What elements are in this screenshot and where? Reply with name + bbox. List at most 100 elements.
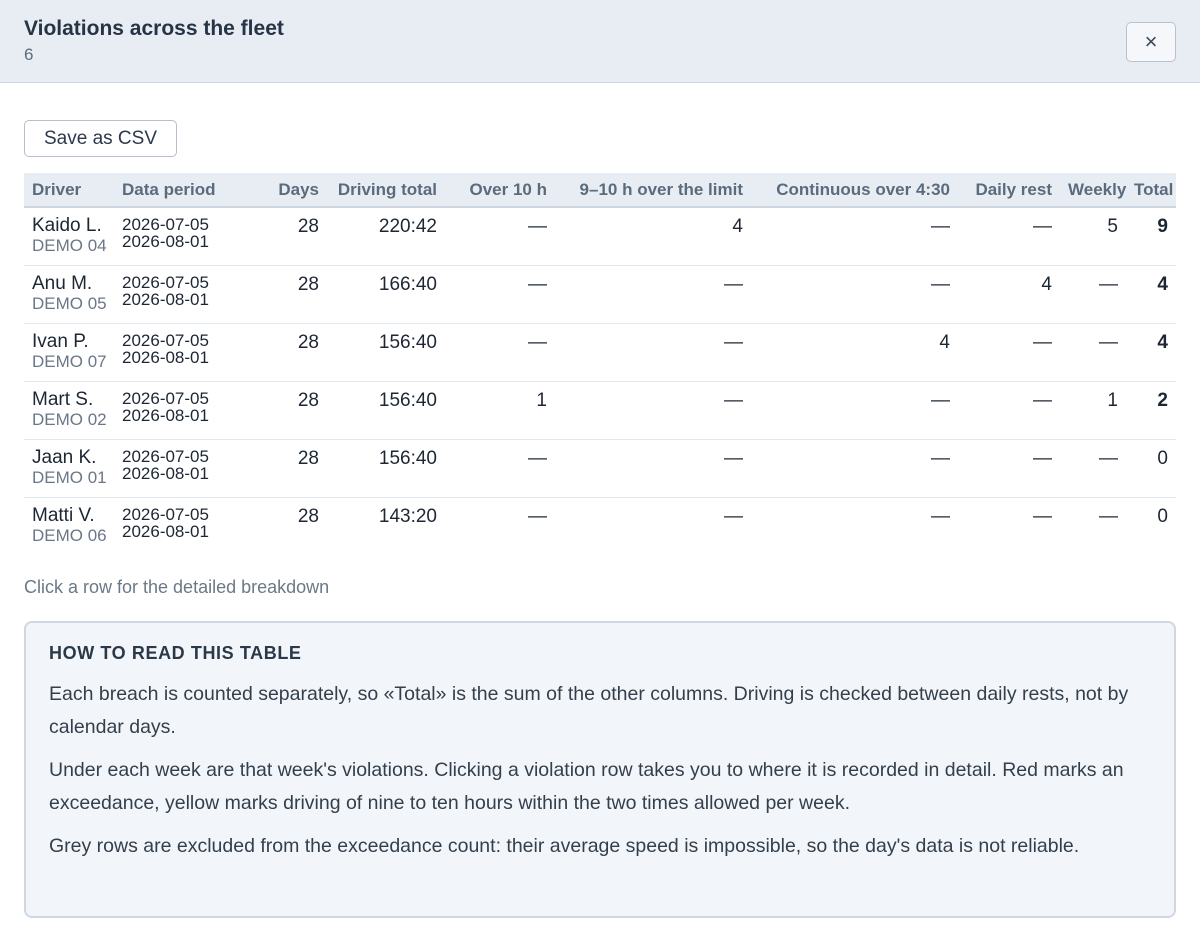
column-header: Daily rest xyxy=(958,173,1060,208)
period-start: 2026-07-05 xyxy=(122,272,209,292)
period-cell: 2026-07-05 2026-08-01 xyxy=(122,381,241,440)
period-end: 2026-08-01 xyxy=(122,405,209,425)
driver-name: Anu M. xyxy=(32,272,93,294)
driving-cell: 156:40 xyxy=(327,381,445,440)
daily-cell: — xyxy=(958,381,1060,440)
table-row[interactable]: Ivan P. DEMO 07 2026-07-05 2026-08-01 28 156:… xyxy=(24,323,1176,382)
days-cell: 28 xyxy=(241,265,327,324)
continuous-cell: — xyxy=(751,381,958,440)
over10-cell: — xyxy=(528,505,547,527)
driver-card-code: DEMO 06 xyxy=(32,525,107,545)
continuous-cell: — xyxy=(751,439,958,498)
weekly-cell: 1 xyxy=(1060,381,1126,440)
over10-cell: — xyxy=(445,265,555,324)
column-header: Continuous over 4:30 xyxy=(751,173,958,208)
column-header: Over 10 h xyxy=(445,173,555,208)
column-header: Data period xyxy=(122,173,241,208)
continuous-cell: — xyxy=(931,505,950,527)
column-header: Driver xyxy=(24,173,122,208)
daily-cell: — xyxy=(958,207,1060,266)
table-row[interactable]: Matti V. DEMO 06 2026-07-05 2026-08-01 28 143… xyxy=(24,497,1176,555)
driver-card-code: DEMO 07 xyxy=(32,351,107,371)
period-end: 2026-08-01 xyxy=(122,463,209,483)
driver-card-code: DEMO 05 xyxy=(32,293,107,313)
table-row[interactable]: Anu M. DEMO 05 2026-07-05 2026-08-01 28 166:4… xyxy=(24,265,1176,324)
total-cell: 0 xyxy=(1126,439,1176,498)
close-button[interactable]: × xyxy=(1126,22,1176,62)
period-cell: 2026-07-05 2026-08-01 xyxy=(122,497,241,555)
driver-card-code: DEMO 01 xyxy=(32,467,107,487)
days-cell: 28 xyxy=(241,207,327,266)
days-cell: 28 xyxy=(241,381,327,440)
daily-cell: — xyxy=(958,439,1060,498)
driving-cell: 156:40 xyxy=(327,323,445,382)
modal-title: Violations across the fleet xyxy=(24,17,284,40)
days-cell: 28 xyxy=(241,439,327,498)
continuous-cell: 4 xyxy=(751,323,958,382)
total-cell: 2 xyxy=(1126,381,1176,440)
save-csv-button[interactable]: Save as CSV xyxy=(24,120,177,157)
driver-name: Matti V. xyxy=(32,504,95,526)
table-body: Kaido L. DEMO 04 2026-07-05 2026-08-01 28 220… xyxy=(24,207,1176,555)
over10-cell: — xyxy=(445,323,555,382)
period-cell: 2026-07-05 2026-08-01 xyxy=(122,323,241,382)
column-header: Days xyxy=(241,173,327,208)
violations-modal: Violations across the fleet 6 × Save as … xyxy=(0,0,1200,933)
driver-card-code: DEMO 04 xyxy=(32,236,107,255)
close-icon: × xyxy=(1144,29,1158,54)
total-cell: 9 xyxy=(1126,207,1176,266)
info-paragraph-grey-rows: Grey rows are excluded from the exceedan… xyxy=(49,835,1080,857)
over10-cell: 1 xyxy=(445,381,555,440)
period-start: 2026-07-05 xyxy=(122,330,209,350)
driver-cell: Jaan K. DEMO 01 xyxy=(24,439,122,498)
driver-cell: Ivan P. DEMO 07 xyxy=(24,323,122,382)
total-cell: 4 xyxy=(1126,323,1176,382)
driving-cell: 143:20 xyxy=(378,505,437,527)
info-paragraph-weekly: Under each week are that week's violatio… xyxy=(49,759,1124,814)
driver-cell: Matti V. DEMO 06 xyxy=(24,497,122,555)
table-row[interactable]: Mart S. DEMO 02 2026-07-05 2026-08-01 28 156:… xyxy=(24,381,1176,440)
weekly-cell: — xyxy=(1060,265,1126,324)
h910-cell: 4 xyxy=(555,207,751,266)
driving-cell: 156:40 xyxy=(327,439,445,498)
driver-cell: Anu M. DEMO 05 xyxy=(24,265,122,324)
over10-cell: — xyxy=(445,439,555,498)
h910-cell: — xyxy=(724,505,743,527)
continuous-cell: — xyxy=(751,207,958,266)
driver-name: Kaido L. xyxy=(32,215,102,236)
daily-cell: — xyxy=(1033,505,1052,527)
table-row[interactable]: Jaan K. DEMO 01 2026-07-05 2026-08-01 28 156:… xyxy=(24,439,1176,498)
weekly-cell: — xyxy=(1060,323,1126,382)
column-header: Weekly xyxy=(1060,173,1126,208)
period-start: 2026-07-05 xyxy=(122,215,209,234)
column-header: Total xyxy=(1126,173,1176,208)
driver-cell: Mart S. DEMO 02 xyxy=(24,381,122,440)
column-header: Driving total xyxy=(327,173,445,208)
days-cell: 28 xyxy=(241,323,327,382)
info-title: HOW TO READ THIS TABLE xyxy=(49,643,302,663)
h910-cell: — xyxy=(555,439,751,498)
total-cell: 4 xyxy=(1126,265,1176,324)
h910-cell: — xyxy=(555,381,751,440)
period-cell: 2026-07-05 2026-08-01 xyxy=(122,265,241,324)
period-start: 2026-07-05 xyxy=(122,504,209,524)
violations-table: Driver Data period Days Driving total Over 1… xyxy=(24,173,1176,555)
row-click-hint: Click a row for the detailed breakdown xyxy=(24,577,330,597)
info-paragraph-total: Each breach is counted separately, so «T… xyxy=(49,683,1129,738)
column-header: 9–10 h over the limit xyxy=(555,173,751,208)
modal-header: Violations across the fleet 6 × xyxy=(0,0,1200,83)
modal-body: Save as CSV Driver Data period Days Driving… xyxy=(0,83,1200,918)
period-end: 2026-08-01 xyxy=(122,347,209,367)
driving-cell: 220:42 xyxy=(327,207,445,266)
table-row[interactable]: Kaido L. DEMO 04 2026-07-05 2026-08-01 28 220… xyxy=(24,207,1176,266)
period-cell: 2026-07-05 2026-08-01 xyxy=(122,207,241,266)
h910-cell: — xyxy=(555,265,751,324)
period-end: 2026-08-01 xyxy=(122,521,209,541)
violations-count: 6 xyxy=(24,45,34,64)
days-cell: 28 xyxy=(297,505,319,527)
driver-name: Mart S. xyxy=(32,388,94,410)
over10-cell: — xyxy=(445,207,555,266)
h910-cell: — xyxy=(555,323,751,382)
driver-name: Ivan P. xyxy=(32,330,89,352)
period-start: 2026-07-05 xyxy=(122,388,209,408)
